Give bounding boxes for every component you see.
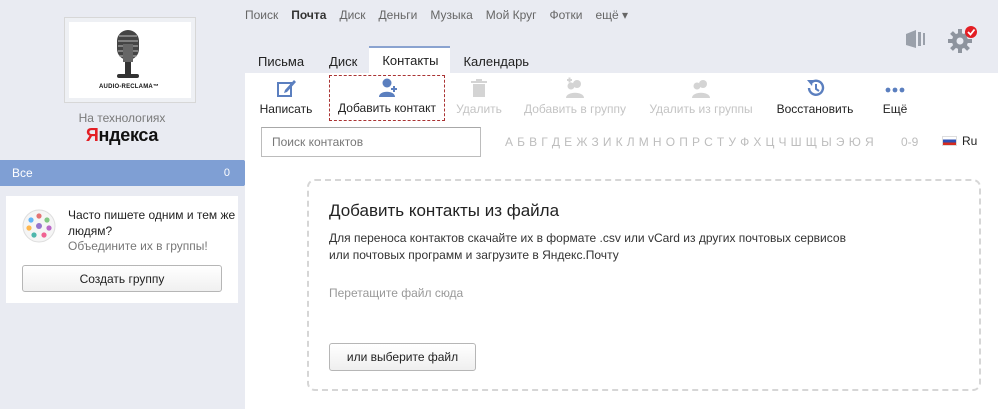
add-contact-icon bbox=[379, 78, 397, 97]
add-to-group-button[interactable]: Добавить в группу bbox=[516, 75, 634, 121]
service-mail[interactable]: Почта bbox=[291, 8, 326, 22]
compose-label: Написать bbox=[259, 102, 313, 116]
import-title: Добавить контакты из файла bbox=[329, 201, 560, 220]
logo-image: AUDIO-RECLAMA™ bbox=[71, 24, 189, 96]
service-money[interactable]: Деньги bbox=[379, 8, 418, 22]
toolbar: Написать Добавить контакт Удалить Добави… bbox=[245, 73, 998, 123]
promo-subtitle: Объедините их в группы! bbox=[68, 239, 208, 253]
more-dots-icon bbox=[885, 87, 905, 93]
tab-contacts[interactable]: Контакты bbox=[369, 46, 451, 73]
create-group-button[interactable]: Создать группу bbox=[22, 265, 222, 292]
tech-label: На технологиях bbox=[78, 111, 166, 125]
service-search[interactable]: Поиск bbox=[245, 8, 278, 22]
service-disk[interactable]: Диск bbox=[339, 8, 365, 22]
logo-caption: AUDIO-RECLAMA™ bbox=[99, 84, 160, 90]
service-moikrug[interactable]: Мой Круг bbox=[486, 8, 537, 22]
service-photos[interactable]: Фотки bbox=[550, 8, 583, 22]
russia-flag-icon bbox=[942, 136, 957, 146]
service-more[interactable]: ещё ▾ bbox=[596, 8, 629, 22]
language-switcher[interactable]: Ru bbox=[942, 134, 977, 148]
tab-letters[interactable]: Письма bbox=[245, 46, 316, 73]
trash-icon bbox=[471, 79, 487, 97]
restore-icon bbox=[807, 79, 825, 96]
contacts-panel: Написать Добавить контакт Удалить Добави… bbox=[245, 73, 998, 409]
remove-from-group-button[interactable]: Удалить из группы bbox=[642, 75, 760, 121]
company-logo[interactable]: AUDIO-RECLAMA™ bbox=[64, 17, 196, 103]
panel-icon[interactable] bbox=[904, 28, 926, 50]
alphabet-filter[interactable]: А Б В Г Д Е Ж З И К Л М Н О П Р С Т У Ф … bbox=[505, 135, 874, 149]
yandex-logo[interactable]: Яндекса bbox=[0, 125, 244, 146]
tab-calendar[interactable]: Календарь bbox=[450, 46, 541, 73]
compose-button[interactable]: Написать bbox=[257, 75, 315, 121]
remove-from-group-label: Удалить из группы bbox=[649, 102, 753, 116]
file-drop-zone[interactable]: Добавить контакты из файла Для переноса … bbox=[307, 179, 981, 391]
search-contacts-input[interactable]: Поиск контактов bbox=[261, 127, 481, 157]
add-to-group-label: Добавить в группу bbox=[524, 102, 626, 116]
folder-all-count: 0 bbox=[223, 167, 230, 179]
add-to-group-icon bbox=[566, 77, 584, 98]
delete-label: Удалить bbox=[456, 102, 502, 116]
more-button[interactable]: Ещё bbox=[875, 75, 915, 121]
delete-button[interactable]: Удалить bbox=[452, 75, 506, 121]
tab-disk[interactable]: Диск bbox=[316, 46, 369, 73]
promo-title: Часто пишете одним и тем же людям? bbox=[68, 208, 236, 238]
drop-hint: Перетащите файл сюда bbox=[329, 286, 464, 300]
choose-file-button[interactable]: или выберите файл bbox=[329, 343, 476, 371]
compose-icon bbox=[277, 80, 296, 97]
import-description: Для переноса контактов скачайте их в фор… bbox=[329, 231, 846, 262]
add-contact-label: Добавить контакт bbox=[338, 101, 436, 115]
service-music[interactable]: Музыка bbox=[430, 8, 472, 22]
services-nav: Поиск Почта Диск Деньги Музыка Мой Круг … bbox=[245, 8, 628, 22]
yandex-logo-rest: ндекса bbox=[98, 125, 159, 145]
language-label: Ru bbox=[962, 134, 978, 148]
settings-gear-icon[interactable] bbox=[948, 25, 978, 53]
group-people-icon bbox=[22, 209, 56, 243]
remove-from-group-icon bbox=[692, 80, 710, 98]
folder-all-label: Все bbox=[12, 166, 33, 180]
restore-label: Восстановить bbox=[776, 102, 854, 116]
add-contact-button[interactable]: Добавить контакт bbox=[329, 75, 445, 121]
yandex-logo-first-letter: Я bbox=[85, 125, 99, 145]
digits-filter[interactable]: 0-9 bbox=[901, 135, 918, 149]
folder-all-contacts[interactable]: Все 0 bbox=[0, 160, 254, 186]
restore-button[interactable]: Восстановить bbox=[769, 75, 861, 121]
more-label: Ещё bbox=[882, 102, 908, 116]
group-promo: Часто пишете одним и тем же людям? Объед… bbox=[6, 196, 238, 303]
mail-tabs: Письма Диск Контакты Календарь bbox=[245, 46, 541, 73]
header-icons bbox=[904, 25, 994, 53]
